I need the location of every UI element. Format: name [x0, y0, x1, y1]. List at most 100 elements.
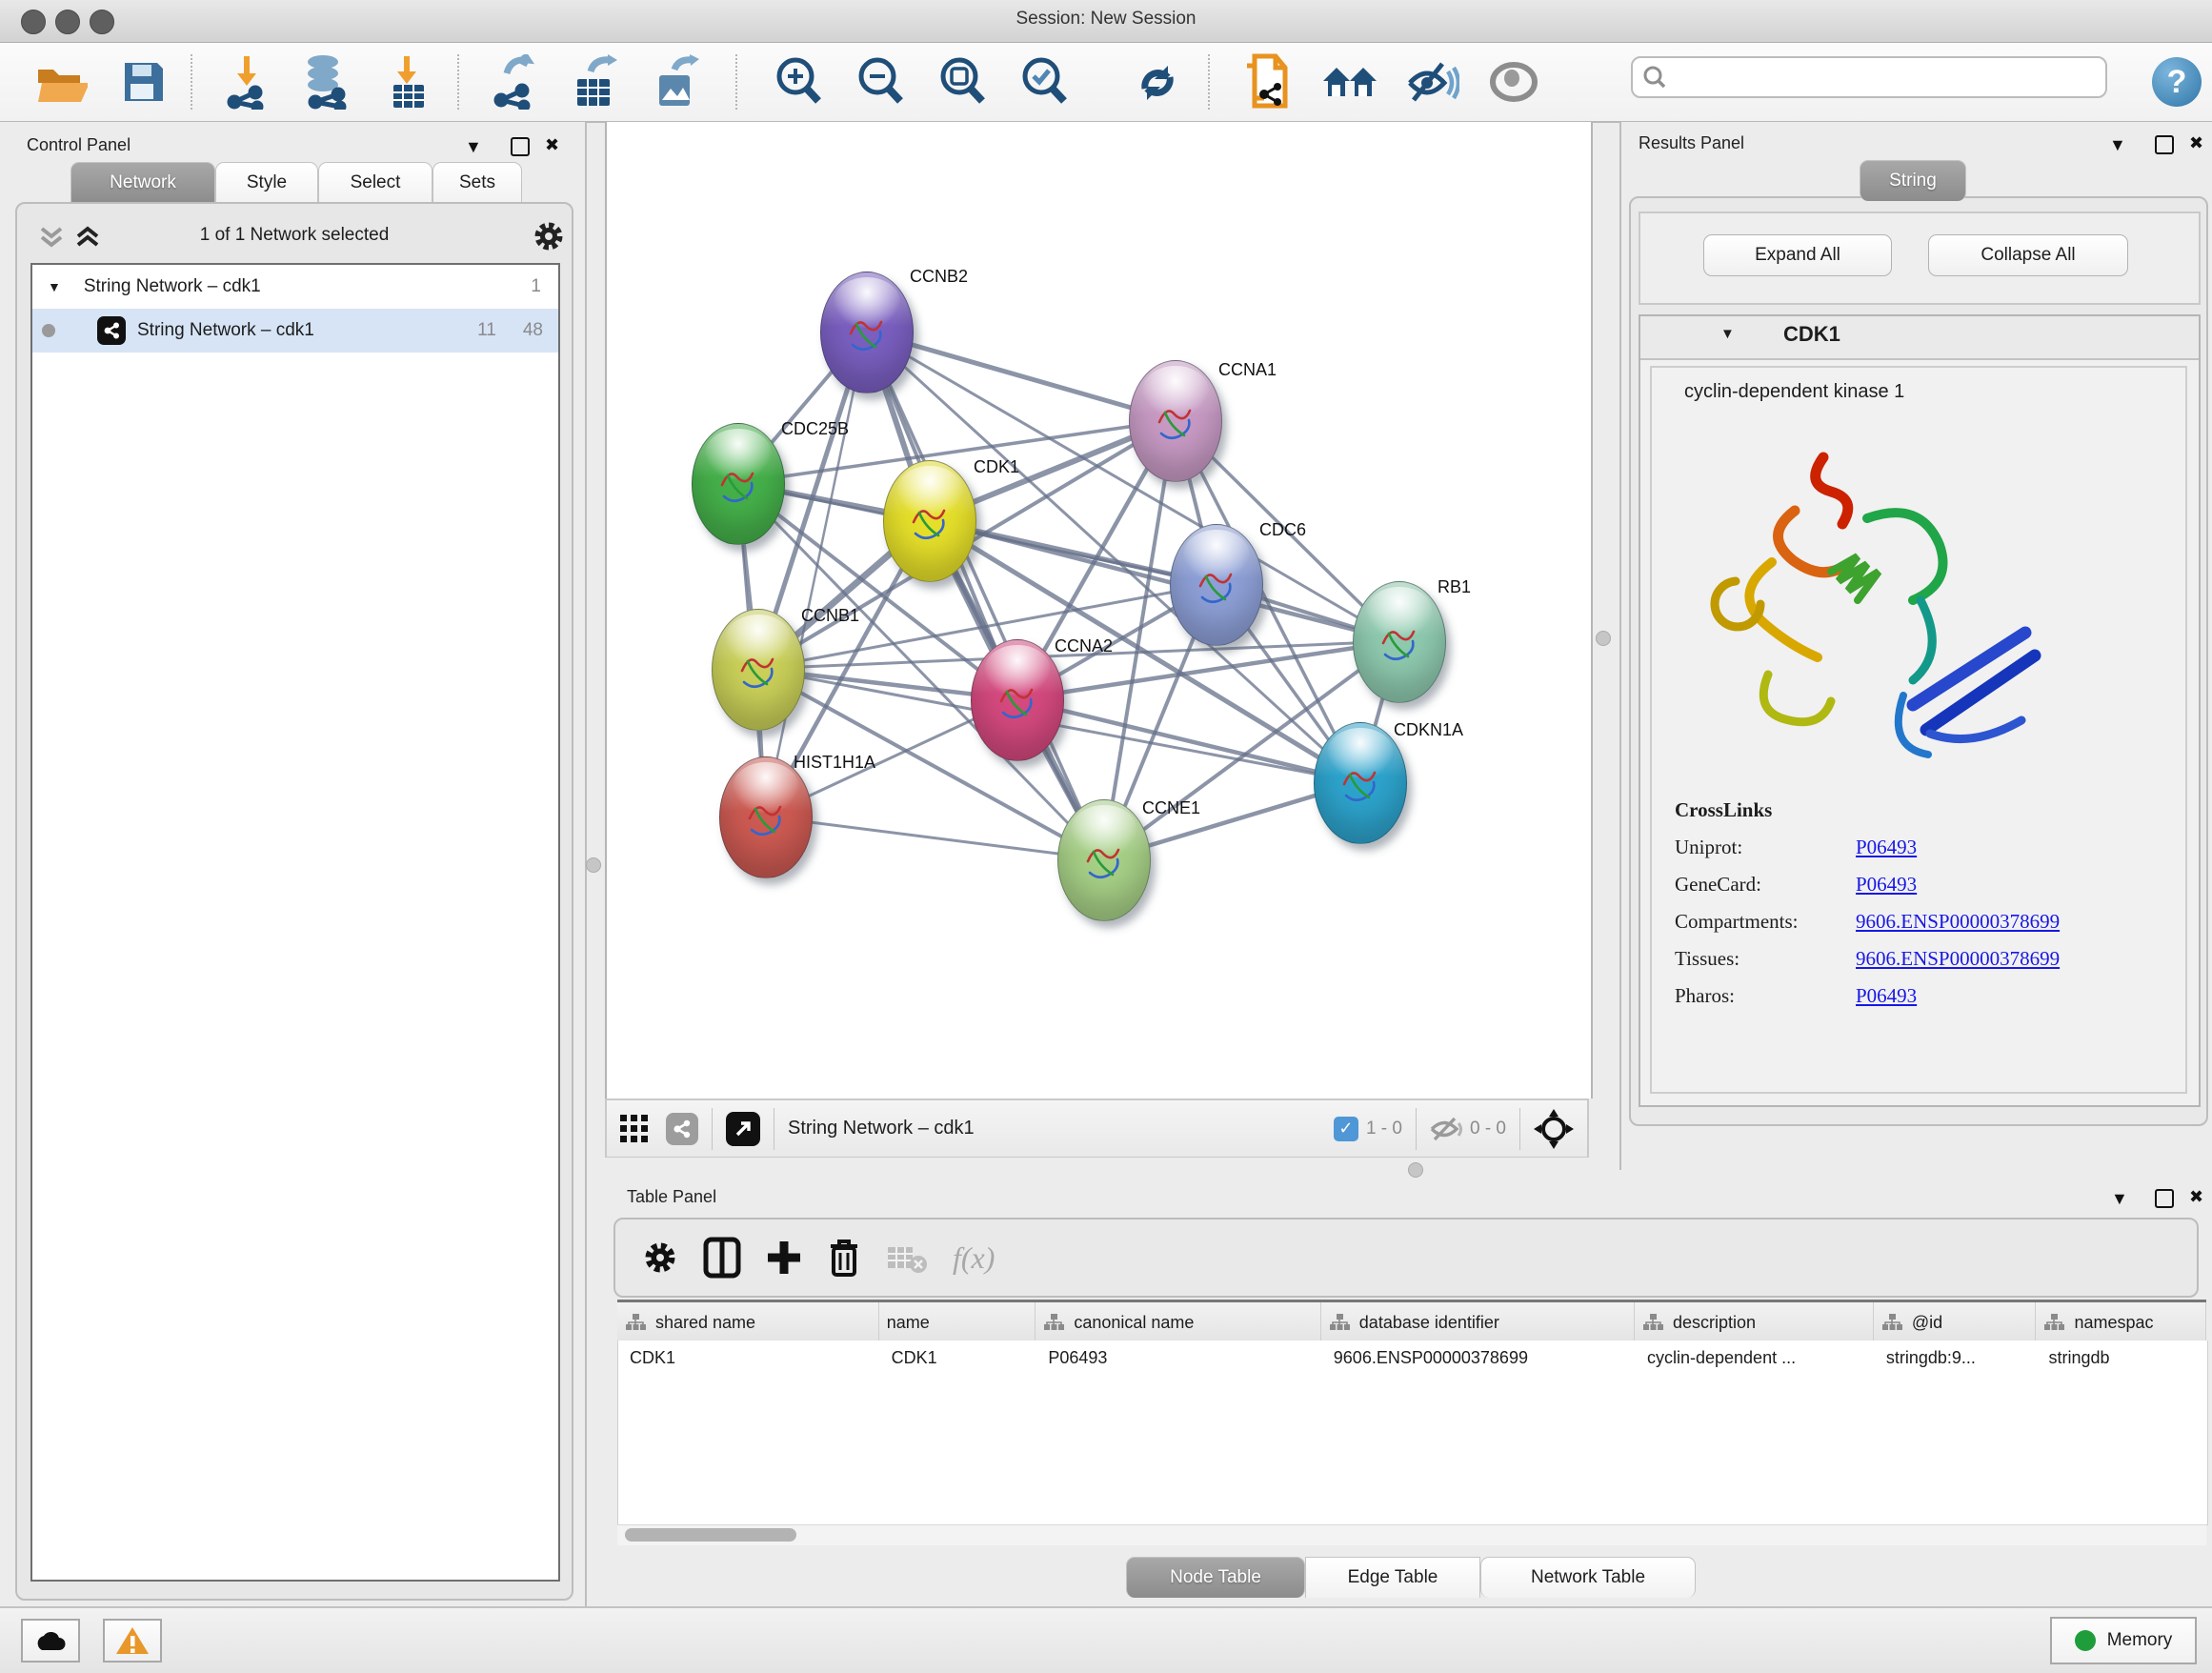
table-row[interactable]: CDK1CDK1P064939606.ENSP00000378699cyclin…	[618, 1340, 2207, 1375]
vertical-splitter-handle[interactable]	[586, 857, 601, 873]
table-settings-gear-icon[interactable]	[642, 1240, 678, 1276]
table-cell[interactable]: cyclin-dependent ...	[1636, 1348, 1875, 1368]
add-column-icon[interactable]	[766, 1240, 802, 1276]
network-node-ccna1[interactable]	[1129, 360, 1222, 482]
panel-maximize-icon[interactable]	[511, 137, 530, 156]
column-header[interactable]: canonical name	[1036, 1302, 1320, 1342]
tab-select[interactable]: Select	[318, 162, 432, 203]
panel-maximize-icon[interactable]	[2155, 135, 2174, 154]
network-node-rb1[interactable]	[1353, 581, 1446, 703]
tab-string[interactable]: String	[1860, 160, 1966, 201]
memory-button[interactable]: Memory	[2050, 1617, 2197, 1664]
tab-style[interactable]: Style	[215, 162, 318, 203]
hide-panel-eye-icon[interactable]	[1400, 50, 1463, 113]
network-node-ccna2[interactable]	[971, 639, 1064, 761]
network-view-type-icon[interactable]	[666, 1113, 698, 1145]
show-panel-eye-icon[interactable]	[1482, 50, 1545, 113]
crosslink-link[interactable]: P06493	[1856, 873, 1917, 897]
selected-nodes-checkbox[interactable]: ✓	[1334, 1117, 1358, 1141]
refresh-icon[interactable]	[1126, 50, 1189, 113]
tab-network-table[interactable]: Network Table	[1480, 1557, 1696, 1598]
table-body[interactable]: CDK1CDK1P064939606.ENSP00000378699cyclin…	[617, 1340, 2208, 1525]
delete-column-trash-icon[interactable]	[827, 1237, 861, 1279]
crosslink-link[interactable]: 9606.ENSP00000378699	[1856, 910, 2060, 934]
expand-all-button[interactable]: Expand All	[1703, 234, 1892, 276]
import-network-icon[interactable]	[215, 50, 278, 113]
export-table-icon[interactable]	[564, 50, 627, 113]
crosslink-link[interactable]: P06493	[1856, 836, 1917, 859]
horizontal-splitter-handle[interactable]	[1408, 1162, 1423, 1178]
table-header-row[interactable]: shared namename canonical name database …	[617, 1300, 2206, 1343]
export-image-icon[interactable]	[646, 50, 709, 113]
protein-ribbon-thumbnail	[714, 456, 762, 517]
export-network-icon[interactable]	[482, 50, 545, 113]
network-node-ccne1[interactable]	[1057, 799, 1151, 921]
tree-collapse-arrow-icon[interactable]: ▼	[48, 279, 61, 294]
zoom-fit-icon[interactable]	[932, 50, 995, 113]
zoom-in-icon[interactable]	[768, 50, 831, 113]
column-manage-icon[interactable]	[703, 1237, 741, 1279]
network-node-cdkn1a[interactable]	[1314, 722, 1407, 844]
tab-network[interactable]: Network	[70, 162, 215, 203]
column-header[interactable]: description	[1635, 1302, 1874, 1342]
tab-node-table[interactable]: Node Table	[1126, 1557, 1305, 1598]
panel-maximize-icon[interactable]	[2155, 1189, 2174, 1208]
gear-icon[interactable]	[532, 219, 566, 253]
crosslink-label: GeneCard:	[1675, 873, 1856, 897]
column-header[interactable]: name	[879, 1302, 1036, 1342]
network-node-ccnb1[interactable]	[712, 609, 805, 731]
network-node-cdc6[interactable]	[1170, 524, 1263, 646]
import-table-icon[interactable]	[377, 50, 440, 113]
crosslink-link[interactable]: 9606.ENSP00000378699	[1856, 947, 2060, 971]
grid-view-icon[interactable]	[620, 1115, 649, 1143]
tab-sets[interactable]: Sets	[432, 162, 522, 203]
delete-table-icon[interactable]	[886, 1241, 928, 1274]
horizontal-scrollbar[interactable]	[617, 1524, 2206, 1545]
table-cell[interactable]: CDK1	[880, 1348, 1037, 1368]
table-cell[interactable]: P06493	[1036, 1348, 1321, 1368]
entry-header[interactable]: ▼ CDK1	[1640, 316, 2199, 360]
panel-close-icon[interactable]: ✖	[2189, 133, 2203, 153]
column-tree-icon	[1642, 1313, 1663, 1332]
network-node-cdc25b[interactable]	[692, 423, 785, 545]
warning-button[interactable]	[103, 1619, 162, 1663]
cloud-button[interactable]	[21, 1619, 80, 1663]
network-canvas[interactable]: CCNB2 CCNA1 CDC25B CDK1	[605, 122, 1593, 1099]
vertical-splitter-handle[interactable]	[1596, 631, 1611, 646]
panel-close-icon[interactable]: ✖	[2189, 1187, 2203, 1207]
scrollbar-thumb[interactable]	[625, 1528, 796, 1542]
column-header[interactable]: database identifier	[1321, 1302, 1635, 1342]
table-cell[interactable]: stringdb	[2037, 1348, 2207, 1368]
network-tree-root-row[interactable]: ▼ String Network – cdk1 1	[32, 265, 558, 309]
save-session-icon[interactable]	[112, 50, 175, 113]
import-network-from-database-icon[interactable]	[295, 50, 358, 113]
table-cell[interactable]: stringdb:9...	[1875, 1348, 2038, 1368]
network-node-cdk1[interactable]	[883, 460, 976, 582]
column-header[interactable]: @id	[1874, 1302, 2037, 1342]
column-header[interactable]: shared name	[617, 1302, 879, 1342]
birdseye-crosshair-icon[interactable]	[1534, 1109, 1574, 1149]
zoom-selected-icon[interactable]	[1014, 50, 1076, 113]
panel-float-icon[interactable]: ▼	[465, 137, 482, 157]
network-tree-item-row[interactable]: String Network – cdk1 11 48	[32, 309, 558, 353]
home-pages-icon[interactable]	[1318, 50, 1381, 113]
table-cell[interactable]: CDK1	[618, 1348, 880, 1368]
collapse-all-button[interactable]: Collapse All	[1928, 234, 2128, 276]
search-input[interactable]	[1631, 56, 2107, 98]
help-icon[interactable]: ?	[2145, 50, 2208, 113]
zoom-out-icon[interactable]	[850, 50, 913, 113]
function-builder-icon[interactable]: f(x)	[953, 1240, 995, 1276]
string-import-icon[interactable]	[1235, 50, 1297, 113]
panel-float-icon[interactable]: ▼	[2109, 135, 2126, 155]
network-node-ccnb2[interactable]	[820, 272, 914, 393]
crosslink-link[interactable]: P06493	[1856, 984, 1917, 1008]
detach-view-icon[interactable]	[726, 1112, 760, 1146]
table-cell[interactable]: 9606.ENSP00000378699	[1322, 1348, 1636, 1368]
column-header[interactable]: namespac	[2036, 1302, 2206, 1342]
network-node-hist1h1a[interactable]	[719, 756, 813, 878]
panel-float-icon[interactable]: ▼	[2111, 1189, 2128, 1209]
panel-close-icon[interactable]: ✖	[545, 135, 559, 155]
entry-collapse-arrow-icon[interactable]: ▼	[1720, 326, 1735, 342]
tab-edge-table[interactable]: Edge Table	[1305, 1557, 1480, 1598]
open-folder-icon[interactable]	[30, 50, 93, 113]
